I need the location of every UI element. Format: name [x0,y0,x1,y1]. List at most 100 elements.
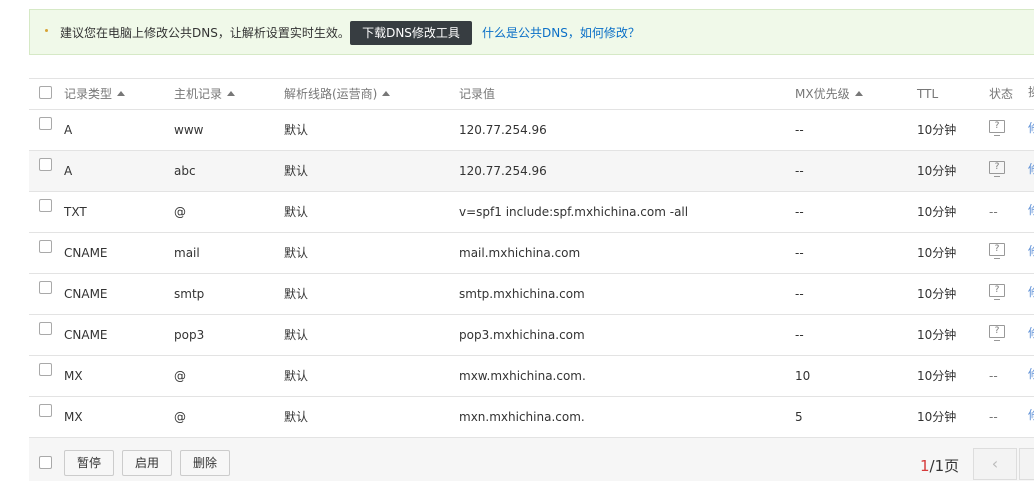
modify-link[interactable]: 修 [1028,368,1034,380]
host-record: @ [174,205,186,219]
row-checkbox[interactable] [39,281,52,294]
ttl-value: 10分钟 [917,369,957,383]
record-type: TXT [64,205,87,219]
record-type: MX [64,410,83,424]
sort-up-icon[interactable] [117,90,126,96]
status-cell: ? [989,110,1005,150]
modify-link[interactable]: 修 [1028,409,1034,421]
record-type: CNAME [64,328,108,342]
column-header-operation: 操 [1028,79,1034,109]
prev-page-button[interactable]: ‹ [973,448,1017,480]
bullet-icon [45,29,48,32]
host-record: mail [174,246,200,260]
resolution-line: 默认 [284,287,309,301]
status-cell: ? [989,151,1005,191]
row-checkbox[interactable] [39,158,52,171]
modify-link[interactable]: 修 [1028,163,1034,175]
operation-cell: 修 [1028,110,1034,150]
record-type: MX [64,369,83,383]
row-checkbox-cell [39,274,52,314]
resolution-line: 默认 [284,123,309,137]
record-value: pop3.mxhichina.com [459,328,585,342]
operation-cell: 修 [1028,151,1034,191]
status-monitor-icon[interactable]: ? [989,284,1005,300]
modify-link[interactable]: 修 [1028,286,1034,298]
column-header-host[interactable]: 主机记录 [174,79,236,109]
public-dns-notice: 建议您在电脑上修改公共DNS，让解析设置实时生效。 下载DNS修改工具 什么是公… [29,9,1034,55]
resolution-line: 默认 [284,369,309,383]
column-header-line[interactable]: 解析线路(运营商) [284,79,391,109]
row-checkbox[interactable] [39,322,52,335]
status-cell: ? [989,315,1005,355]
column-header-type[interactable]: 记录类型 [64,79,126,109]
row-checkbox[interactable] [39,404,52,417]
column-header-value: 记录值 [459,87,496,101]
status-monitor-icon[interactable]: ? [989,325,1005,341]
record-value: mxw.mxhichina.com. [459,369,586,383]
host-record: pop3 [174,328,205,342]
record-type: A [64,164,73,178]
table-row: CNAME pop3 默认 pop3.mxhichina.com -- 10分钟… [29,315,1034,356]
select-all-checkbox[interactable] [39,86,52,99]
record-value: mxn.mxhichina.com. [459,410,585,424]
mx-priority: -- [795,164,804,178]
host-record: @ [174,369,186,383]
column-header-mx[interactable]: MX优先级 [795,79,863,109]
page-indicator: 1/1页 [920,455,959,476]
status-cell: ? [989,233,1005,273]
row-checkbox[interactable] [39,240,52,253]
host-record: @ [174,410,186,424]
mx-priority: -- [795,246,804,260]
total-pages: /1页 [929,457,960,475]
ttl-value: 10分钟 [917,164,957,178]
status-cell: -- [989,356,998,396]
row-checkbox[interactable] [39,199,52,212]
table-body: A www 默认 120.77.254.96 -- 10分钟 ? 修 A abc… [29,110,1034,438]
record-type: CNAME [64,246,108,260]
enable-button[interactable]: 启用 [122,450,172,476]
sort-up-icon[interactable] [854,90,863,96]
resolution-line: 默认 [284,410,309,424]
row-checkbox[interactable] [39,363,52,376]
modify-link[interactable]: 修 [1028,245,1034,257]
modify-link[interactable]: 修 [1028,122,1034,134]
table-footer: 暂停 启用 删除 1/1页 ‹ [29,438,1034,481]
operation-cell: 修 [1028,274,1034,314]
table-row: A abc 默认 120.77.254.96 -- 10分钟 ? 修 [29,151,1034,192]
status-monitor-icon[interactable]: ? [989,161,1005,177]
status-monitor-icon[interactable]: ? [989,243,1005,259]
ttl-value: 10分钟 [917,410,957,424]
ttl-value: 10分钟 [917,287,957,301]
delete-button[interactable]: 删除 [180,450,230,476]
ttl-value: 10分钟 [917,123,957,137]
table-row: A www 默认 120.77.254.96 -- 10分钟 ? 修 [29,110,1034,151]
pause-button[interactable]: 暂停 [64,450,114,476]
status-monitor-icon[interactable]: ? [989,120,1005,136]
public-dns-help-link[interactable]: 什么是公共DNS，如何修改？ [482,24,640,41]
next-page-button[interactable] [1019,448,1034,480]
mx-priority: -- [795,287,804,301]
notice-text: 建议您在电脑上修改公共DNS，让解析设置实时生效。 [60,26,350,40]
row-checkbox-cell [39,151,52,191]
record-value: 120.77.254.96 [459,123,547,137]
sort-up-icon[interactable] [227,90,236,96]
download-dns-tool-button[interactable]: 下载DNS修改工具 [350,21,472,45]
modify-link[interactable]: 修 [1028,327,1034,339]
row-checkbox-cell [39,233,52,273]
record-type: CNAME [64,287,108,301]
sort-up-icon[interactable] [382,90,391,96]
record-type: A [64,123,73,137]
modify-link[interactable]: 修 [1028,204,1034,216]
column-header-host-label: 主机记录 [174,87,223,101]
host-record: abc [174,164,196,178]
mx-priority: -- [795,328,804,342]
status-text: -- [989,369,998,383]
row-checkbox-cell [39,192,52,232]
operation-cell: 修 [1028,192,1034,232]
table-row: CNAME mail 默认 mail.mxhichina.com -- 10分钟… [29,233,1034,274]
mx-priority: -- [795,123,804,137]
current-page: 1 [920,457,930,475]
footer-select-all-checkbox[interactable] [39,456,52,469]
dns-records-table: 记录类型 主机记录 解析线路(运营商) 记录值 MX优先级 TTL 状态 操 A… [29,78,1034,438]
row-checkbox[interactable] [39,117,52,130]
